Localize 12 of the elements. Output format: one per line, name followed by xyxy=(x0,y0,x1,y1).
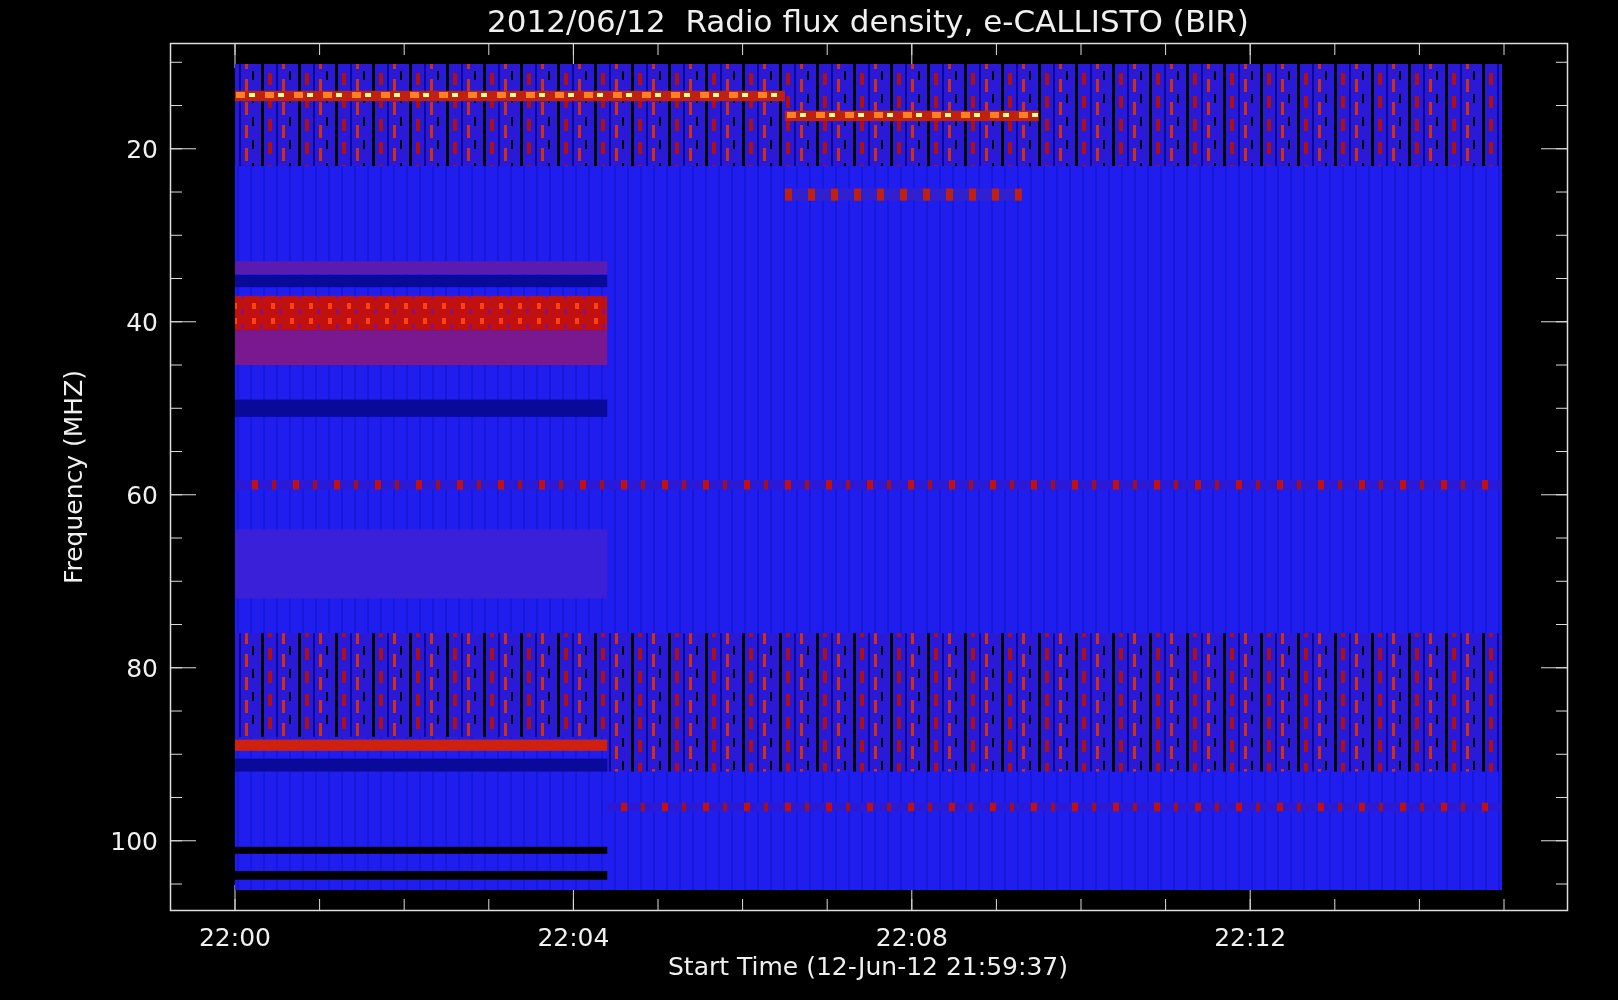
y-tick-label: 60 xyxy=(126,480,158,510)
x-tick-label: 22:04 xyxy=(537,923,610,952)
x-axis-label: Start Time (12-Jun-12 21:59:37) xyxy=(668,952,1068,981)
y-axis-label: Frequency (MHZ) xyxy=(59,369,88,585)
x-tick-label: 22:00 xyxy=(199,923,271,952)
y-tick-label: 40 xyxy=(126,307,158,337)
y-tick-label: 100 xyxy=(110,826,158,856)
x-tick-label: 22:08 xyxy=(875,923,948,952)
y-tick-label: 80 xyxy=(126,653,158,683)
y-tick-label: 20 xyxy=(126,134,158,164)
x-tick-label: 22:12 xyxy=(1214,923,1287,952)
plot-title: 2012/06/12 Radio flux density, e-CALLISTO (BIR) xyxy=(487,3,1249,39)
